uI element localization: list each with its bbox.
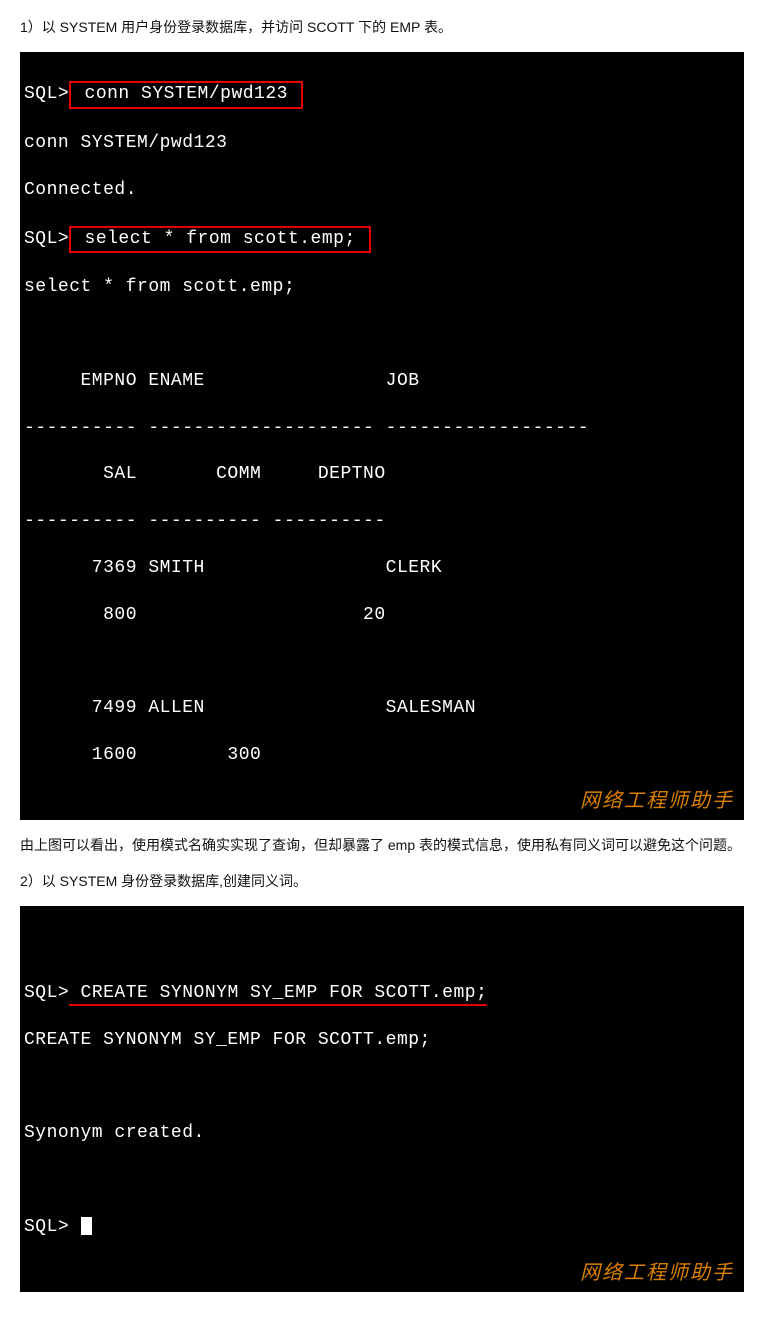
sql-prompt: SQL> [24,983,69,1003]
table-header-2: SAL COMM DEPTNO [24,463,740,486]
echo-select: select * from scott.emp; [24,276,740,299]
watermark-text: 网络工程师助手 [580,788,734,814]
step1-description: 1）以 SYSTEM 用户身份登录数据库，并访问 SCOTT 下的 EMP 表。 [20,16,744,40]
blank-line [24,935,740,958]
middle-explanation: 由上图可以看出，使用模式名确实实现了查询，但却暴露了 emp 表的模式信息，使用… [20,834,744,858]
synonym-result: Synonym created. [24,1122,740,1145]
highlighted-cmd-create: CREATE SYNONYM SY_EMP FOR SCOTT.emp; [69,983,487,1006]
blank-line [24,1076,740,1099]
table-row: 1600 300 [24,744,740,767]
table-row: 7369 SMITH CLERK [24,557,740,580]
table-divider-1: ---------- -------------------- --------… [24,417,740,440]
blank-line [24,1169,740,1192]
sql-prompt: SQL> [24,84,69,104]
sql-prompt: SQL> [24,229,69,249]
table-divider-2: ---------- ---------- ---------- [24,510,740,533]
echo-create: CREATE SYNONYM SY_EMP FOR SCOTT.emp; [24,1029,740,1052]
terminal-block-1: SQL> conn SYSTEM/pwd123 conn SYSTEM/pwd1… [20,52,744,821]
highlighted-cmd-select: select * from scott.emp; [69,226,371,253]
cursor-block [81,1217,92,1235]
table-row: 7499 ALLEN SALESMAN [24,697,740,720]
blank-line [24,323,740,346]
table-row: 800 20 [24,604,740,627]
terminal-block-2: SQL> CREATE SYNONYM SY_EMP FOR SCOTT.emp… [20,906,744,1292]
sql-prompt: SQL> [24,1217,81,1237]
blank-line [24,651,740,674]
watermark-text: 网络工程师助手 [580,1260,734,1286]
highlighted-cmd-conn: conn SYSTEM/pwd123 [69,81,303,108]
echo-conn: conn SYSTEM/pwd123 [24,132,740,155]
connected-msg: Connected. [24,179,740,202]
table-header-1: EMPNO ENAME JOB [24,370,740,393]
step2-description: 2）以 SYSTEM 身份登录数据库,创建同义词。 [20,870,744,894]
